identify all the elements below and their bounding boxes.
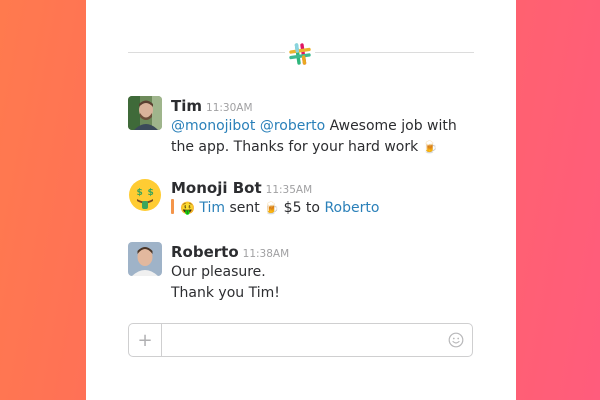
mention-monojibot[interactable]: @monojibot xyxy=(171,118,255,134)
mention-roberto[interactable]: @roberto xyxy=(260,118,325,134)
message-tim: Tim 11:30AM @monojibot @roberto Awesome j… xyxy=(128,96,488,156)
timestamp[interactable]: 11:38AM xyxy=(243,248,290,260)
message-roberto: Roberto 11:38AM Our pleasure. Thank you T… xyxy=(128,242,488,302)
timestamp[interactable]: 11:35AM xyxy=(266,184,313,196)
message-text: 🤑 Tim sent 🍺 $5 to Roberto xyxy=(171,198,491,219)
svg-text:$: $ xyxy=(137,188,143,198)
message-text-part: the app. Thanks for your hard work xyxy=(171,139,419,155)
money-face-emoji-icon: 🤑 xyxy=(180,201,195,215)
message-monoji-bot: $ $ Monoji Bot 11:35AM 🤑 Tim sent 🍺 $5 to… xyxy=(128,178,488,222)
user-link-tim[interactable]: Tim xyxy=(199,200,225,216)
avatar[interactable] xyxy=(128,242,162,276)
author-name[interactable]: Roberto xyxy=(171,243,239,261)
message-text-part: sent xyxy=(229,200,260,216)
avatar[interactable] xyxy=(128,96,162,130)
smiley-icon[interactable] xyxy=(448,332,464,348)
add-attachment-button[interactable]: + xyxy=(129,324,162,356)
beer-emoji-icon: 🍺 xyxy=(422,140,438,154)
user-link-roberto[interactable]: Roberto xyxy=(324,200,379,216)
author-name[interactable]: Monoji Bot xyxy=(171,179,262,197)
message-text: @monojibot @roberto Awesome job with xyxy=(171,116,491,137)
message-composer: + xyxy=(128,323,473,357)
message-text: Our pleasure. xyxy=(171,264,266,280)
message-text-part: Awesome job with xyxy=(329,118,457,134)
message-input[interactable] xyxy=(163,324,441,356)
author-name[interactable]: Tim xyxy=(171,97,202,115)
slack-logo-icon xyxy=(285,41,315,67)
chat-panel: Tim 11:30AM @monojibot @roberto Awesome j… xyxy=(86,0,516,400)
attachment-bar xyxy=(171,199,174,214)
message-text-line2: the app. Thanks for your hard work 🍺 xyxy=(171,137,491,158)
money-face-avatar-icon[interactable]: $ $ xyxy=(128,178,162,212)
beer-emoji-icon: 🍺 xyxy=(264,201,280,215)
svg-text:$: $ xyxy=(148,188,154,198)
message-text-line2: Thank you Tim! xyxy=(171,285,280,301)
message-text-part: $5 to xyxy=(283,200,320,216)
timestamp[interactable]: 11:30AM xyxy=(206,102,253,114)
